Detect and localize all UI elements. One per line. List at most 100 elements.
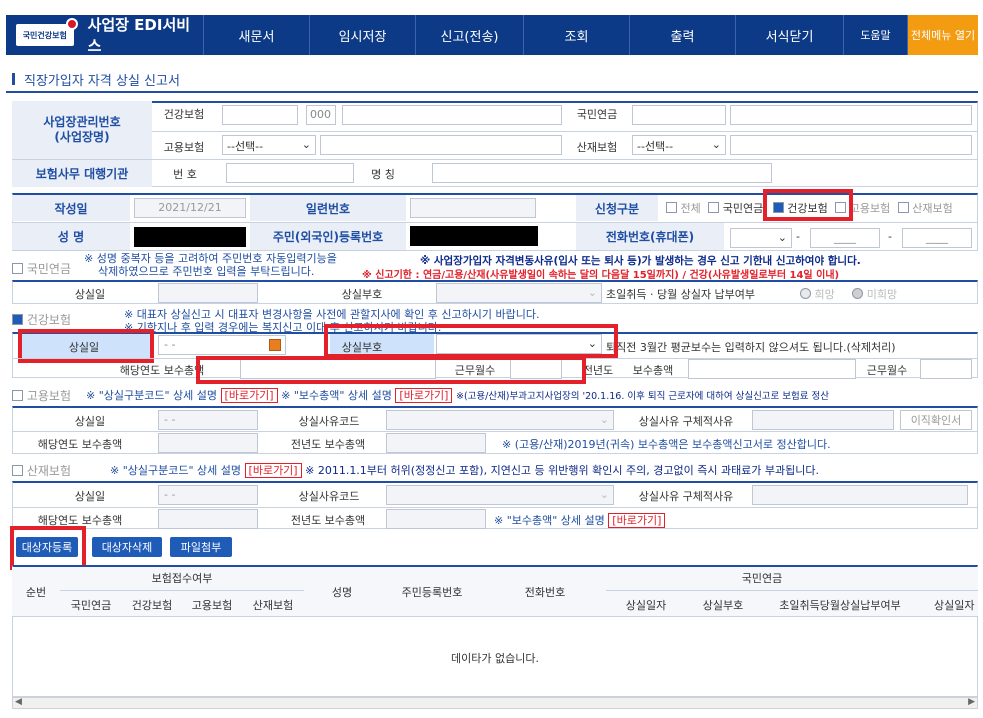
employment-reason-code-label: 상실사유코드 [298,415,360,428]
pension-biz-name[interactable] [730,105,972,125]
phone-label: 전화번호(휴대폰) [576,223,724,250]
industrial-reason-detail-input[interactable] [752,485,968,505]
checkbox-pension[interactable] [708,202,720,213]
employment-note-1: ※ "상실구분코드" 상세 설명 [86,389,218,402]
health-section-checkbox[interactable] [12,314,23,325]
pension-label: 국민연금 [576,108,618,121]
employment-year-total-input[interactable] [158,433,258,453]
highlight-register-button [10,526,86,570]
industrial-note-2: ※ 2011.1.1부터 허위(정정신고 포함), 지연신고 등 위반행위 확인… [305,464,820,477]
phone-prefix-select[interactable]: ⌄ [730,228,792,248]
pension-payment-options: 희망 미희망 [800,286,897,302]
employment-reason-code-select[interactable]: ⌄ [386,410,614,430]
serial-number-input[interactable] [410,198,536,218]
industrial-loss-date-label: 상실일 [74,490,106,503]
pension-loss-code-label: 상실부호 [341,288,383,301]
employment-note-2: ※ "보수총액" 상세 설명 [281,389,392,402]
nav-new-document[interactable]: 새문서 [204,15,310,55]
nav-save-draft[interactable]: 임시저장 [310,15,416,55]
option-hope: 희망 [814,288,835,301]
delete-button[interactable]: 대상자삭제 [92,537,162,557]
rrn-input[interactable] [410,226,538,246]
option-no-hope: 미희망 [866,288,898,301]
nav-submit[interactable]: 신고(전송) [416,15,524,55]
industrial-select[interactable]: --선택-- ⌄ [632,135,726,155]
nav-close-form[interactable]: 서식닫기 [736,15,844,55]
health-section-label: 건강보험 [26,313,71,327]
attach-button[interactable]: 파일첨부 [170,537,232,557]
pension-loss-date-label: 상실일 [74,288,106,301]
scroll-right-icon[interactable]: ▶ [968,697,975,707]
radio-hope[interactable] [800,288,811,299]
health-biz-number[interactable] [222,105,298,125]
nav-print[interactable]: 출력 [630,15,736,55]
employment-notes: ※ "상실구분코드" 상세 설명 [바로가기] ※ "보수총액" 상세 설명 [… [86,387,829,403]
agency-name-input[interactable] [432,163,772,183]
pension-deadline-detail: ※ 신고기한 : 연금/고용/산재(사유발생일이 속하는 달의 다음달 15일까… [362,270,840,281]
employment-loss-date-input[interactable]: - - [158,410,258,430]
divider [12,507,978,508]
phone-middle-input[interactable]: ____ [810,228,880,248]
pension-note-line2: 삭제하였으므로 주민번호 입력을 부탁드립니다. [98,265,315,278]
calendar-icon[interactable] [269,339,281,351]
employment-total-link[interactable]: [바로가기] [395,388,453,403]
industrial-loss-date-input[interactable]: - - [158,485,258,505]
health-biz-suffix[interactable]: 000 [306,105,336,125]
checkbox-all[interactable] [666,202,677,213]
industrial-code-link[interactable]: [바로가기] [244,463,302,478]
industrial-total-link[interactable]: [바로가기] [608,513,666,528]
nav-search[interactable]: 조회 [524,15,630,55]
pension-loss-code-select[interactable]: ⌄ [436,283,602,303]
divider [60,590,304,591]
logo-area: 국민건강보험 사업장 EDI서비스 [6,15,204,55]
pension-loss-date-input[interactable] [158,283,258,303]
horizontal-scrollbar[interactable]: ◀ ▶ [12,697,978,709]
industrial-prev-total-input[interactable] [386,509,486,529]
pension-section-checkbox[interactable] [12,263,23,274]
col-name: 성명 [331,586,353,599]
divider [12,159,978,160]
phone-last-input[interactable]: ____ [902,228,972,248]
employ-biz-name[interactable] [320,135,562,155]
pension-note: ※ 성명 중복자 등을 고려하여 주민번호 자동입력기능을 삭제하였으므로 주민번… [84,252,337,278]
col-receipt-industrial: 산재보험 [252,599,294,612]
industrial-reason-code-select[interactable]: ⌄ [386,485,614,505]
employment-note-4: ※ (고용/산재)2019년(귀속) 보수총액은 보수총액신고서로 정산합니다. [502,438,831,451]
industrial-section-checkbox[interactable] [12,465,23,476]
nav-all-menu[interactable]: 전체메뉴 열기 [908,15,978,55]
divider [152,131,978,132]
phone-separator: - [888,230,892,243]
health-prev-total-input[interactable] [688,359,856,379]
agency-number-input[interactable] [226,163,354,183]
employment-confirm-button[interactable]: 이직확인서 [900,410,972,430]
nav-help[interactable]: 도움말 [844,15,908,55]
checkbox-industrial[interactable] [897,202,909,213]
employment-prev-total-input[interactable] [386,433,486,453]
industrial-biz-name[interactable] [730,135,972,155]
name-input[interactable] [134,227,246,247]
written-date-input[interactable]: 2021/12/21 [134,198,246,218]
health-prev-months-input[interactable] [920,359,972,379]
health-biz-name[interactable] [342,105,562,125]
employment-section-title: 고용보험 [12,387,71,404]
radio-no-hope[interactable] [852,288,864,299]
employment-code-link[interactable]: [바로가기] [220,388,278,403]
health-loss-date-input[interactable]: - - [158,335,286,355]
col-pension-loss-code: 상실부호 [702,599,744,612]
highlight-health-checkbox [763,189,853,221]
highlight-loss-code [324,324,618,358]
employment-section-checkbox[interactable] [12,390,23,401]
pension-biz-number[interactable] [632,105,726,125]
highlight-year-total [196,356,586,384]
employ-label: 고용보험 [163,141,205,154]
health-date-value: - - [164,338,176,351]
industrial-year-total-input[interactable] [158,509,258,529]
health-prev-months-label: 근무월수 [866,364,908,377]
scroll-left-icon[interactable]: ◀ [15,697,22,707]
employ-select[interactable]: --선택-- ⌄ [222,135,316,155]
employment-reason-detail-input[interactable] [752,410,894,430]
rrn-label: 주민(외국인)등록번호 [250,223,406,250]
pension-section-label: 국민연금 [26,262,71,276]
industrial-reason-code-label: 상실사유코드 [298,490,360,503]
employment-reason-detail-label: 상실사유 구체적사유 [638,415,734,428]
